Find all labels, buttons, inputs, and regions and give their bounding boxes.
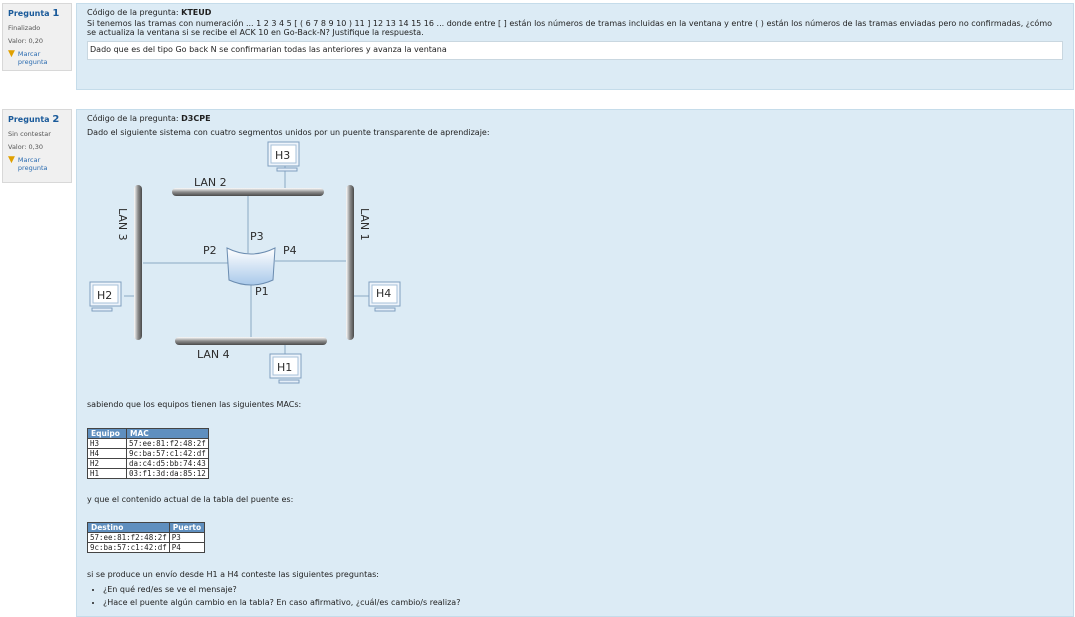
p4-label: P4 xyxy=(283,244,297,257)
bridge-icon xyxy=(226,247,276,286)
p1-label: P1 xyxy=(255,285,269,298)
q2-value: Valor: 0,30 xyxy=(8,143,43,151)
table-cell: P3 xyxy=(168,532,206,543)
mac-table-header: Equipo MAC xyxy=(87,428,209,439)
p3-label: P3 xyxy=(250,230,264,243)
q2-flag-label: Marcar pregunta xyxy=(17,156,48,172)
flag-icon: ▼ xyxy=(8,155,15,165)
flag-icon: ▼ xyxy=(8,49,15,59)
table-cell: 57:ee:81:f2:48:2f xyxy=(87,532,170,543)
list-item: ¿Hace el puente algún cambio en la tabla… xyxy=(103,598,987,607)
lan1-bus xyxy=(346,185,354,340)
lan1-label: LAN 1 xyxy=(358,208,371,241)
q1-status: Finalizado xyxy=(8,24,41,32)
lan3-label: LAN 3 xyxy=(116,208,129,241)
q1-flag-label: Marcar pregunta xyxy=(17,50,48,66)
q2-intro: Dado el siguiente sistema con cuatro seg… xyxy=(87,128,490,137)
h2-label: H2 xyxy=(97,289,112,302)
lan2-bus xyxy=(172,188,324,196)
table-cell: 03:f1:3d:da:85:12 xyxy=(126,468,209,479)
q2-questions-block: si se produce un envío desde H1 a H4 con… xyxy=(87,568,987,611)
table-cell: 9c:ba:57:c1:42:df xyxy=(126,448,209,459)
lan3-bus xyxy=(134,185,142,340)
table-cell: da:c4:d5:bb:74:43 xyxy=(126,458,209,469)
q1-info-box: Pregunta 1 Finalizado Valor: 0,20 ▼ Marc… xyxy=(2,3,72,71)
table-row: H1 03:f1:3d:da:85:12 xyxy=(87,468,209,479)
q1-number: Pregunta 1 xyxy=(8,8,60,19)
q2-bridge-intro: y que el contenido actual de la tabla de… xyxy=(87,495,294,504)
table-cell: H2 xyxy=(87,458,127,469)
mac-table: Equipo MAC H3 57:ee:81:f2:48:2f H4 9c:ba:5… xyxy=(87,428,209,479)
lan2-label: LAN 2 xyxy=(194,176,227,189)
h1-label: H1 xyxy=(277,361,292,374)
h3-label: H3 xyxy=(275,149,290,162)
table-cell: H4 xyxy=(87,448,127,459)
q2-code: Código de la pregunta: D3CPE xyxy=(87,114,211,123)
q2-info-box: Pregunta 2 Sin contestar Valor: 0,30 ▼ M… xyxy=(2,109,72,183)
h4-label: H4 xyxy=(376,287,391,300)
q1-code: Código de la pregunta: KTEUD xyxy=(87,8,212,17)
q2-question-list: ¿En qué red/es se ve el mensaje? ¿Hace e… xyxy=(87,585,987,607)
q1-answer-field[interactable]: Dado que es del tipo Go back N se confir… xyxy=(87,41,1063,60)
list-item: ¿En qué red/es se ve el mensaje? xyxy=(103,585,987,594)
table-cell: H1 xyxy=(87,468,127,479)
lan4-bus xyxy=(175,337,327,345)
q2-flag-button[interactable]: ▼ Marcar pregunta xyxy=(8,155,71,173)
table-row: H4 9c:ba:57:c1:42:df xyxy=(87,448,209,459)
table-cell: 57:ee:81:f2:48:2f xyxy=(126,438,209,449)
table-row: H3 57:ee:81:f2:48:2f xyxy=(87,438,209,449)
bridge-table-col-destino: Destino xyxy=(87,522,170,533)
table-row: H2 da:c4:d5:bb:74:43 xyxy=(87,458,209,469)
table-cell: H3 xyxy=(87,438,127,449)
table-row: 9c:ba:57:c1:42:df P4 xyxy=(87,542,206,553)
bridge-table-header: Destino Puerto xyxy=(87,522,206,533)
p2-label: P2 xyxy=(203,244,217,257)
q2-status: Sin contestar xyxy=(8,130,51,138)
table-row: 57:ee:81:f2:48:2f P3 xyxy=(87,532,206,543)
q2-number: Pregunta 2 xyxy=(8,114,60,125)
q2-content: Código de la pregunta: D3CPE Dado el sig… xyxy=(76,109,1074,617)
mac-table-col-equipo: Equipo xyxy=(87,428,127,439)
q1-question-text: Si tenemos las tramas con numeración ...… xyxy=(87,19,1053,37)
bridge-table-col-puerto: Puerto xyxy=(168,522,206,533)
table-cell: 9c:ba:57:c1:42:df xyxy=(87,542,170,553)
table-cell: P4 xyxy=(168,542,206,553)
q1-flag-button[interactable]: ▼ Marcar pregunta xyxy=(8,49,71,67)
network-diagram: LAN 2 LAN 4 LAN 3 LAN 1 P3 P2 P4 P1 H3 H… xyxy=(89,141,401,384)
q2-questions-intro: si se produce un envío desde H1 a H4 con… xyxy=(87,570,379,579)
mac-table-col-mac: MAC xyxy=(126,428,209,439)
lan4-label: LAN 4 xyxy=(197,348,230,361)
bridge-table: Destino Puerto 57:ee:81:f2:48:2f P3 9c:ba… xyxy=(87,522,206,553)
q1-content: Código de la pregunta: KTEUD Si tenemos … xyxy=(76,3,1074,90)
q1-value: Valor: 0,20 xyxy=(8,37,43,45)
q2-macs-intro: sabiendo que los equipos tienen las sigu… xyxy=(87,400,302,409)
